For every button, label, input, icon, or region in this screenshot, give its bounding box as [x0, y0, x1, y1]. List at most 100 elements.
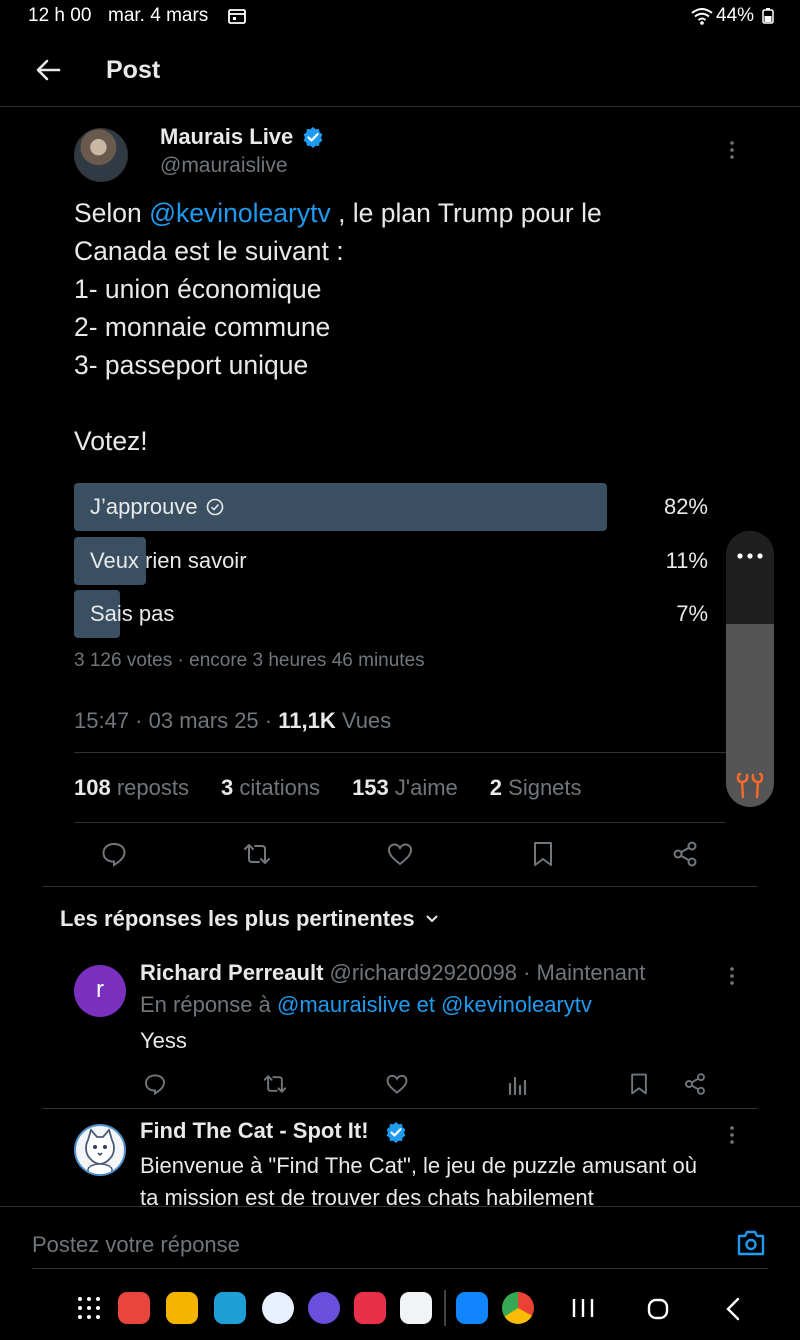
messages-app-icon[interactable] [262, 1292, 294, 1324]
page-title: Post [106, 56, 161, 84]
analytics-icon[interactable] [506, 1072, 530, 1096]
notes-app-icon[interactable] [118, 1292, 150, 1324]
play-store-icon[interactable] [400, 1292, 432, 1324]
reply-text: Yess [140, 1028, 187, 1053]
stat-label: Signets [502, 775, 582, 800]
poll-option-label: Sais pas [90, 601, 175, 626]
avatar[interactable] [74, 128, 128, 182]
repost-icon[interactable] [263, 1072, 287, 1096]
earbuds-icon[interactable] [736, 771, 764, 801]
battery-icon [762, 8, 774, 24]
stat-label: reposts [110, 775, 189, 800]
stat-likes[interactable]: 153 J'aime [352, 775, 458, 801]
tweet-line: 1- union économique [74, 274, 322, 304]
tweet-text: Selon @kevinolearytv , le plan Trump pou… [74, 194, 694, 460]
stat-count: 2 [489, 775, 503, 800]
like-heart-icon[interactable] [385, 1072, 409, 1096]
stat-quotes[interactable]: 3 citations [221, 775, 320, 801]
divider [74, 752, 726, 753]
tweet-line-1: Selon @kevinolearytv , le plan Trump pou… [74, 194, 694, 232]
mention-link[interactable]: @kevinolearytv [149, 198, 331, 228]
stat-reposts[interactable]: 108 reposts [74, 775, 189, 801]
poll-option[interactable]: Veux rien savoir 11% [74, 537, 710, 585]
reply-author-name[interactable]: Find The Cat - Spot It! [140, 1118, 369, 1144]
tweet-line: 2- monnaie commune [74, 312, 331, 342]
poll-meta: 3 126 votes · encore 3 heures 46 minutes [74, 650, 425, 671]
tweet-line: 3- passeport unique [74, 350, 309, 380]
tweet-timestamp: 15:47 · 03 mars 25 · 11,1K Vues [74, 708, 391, 734]
more-options-icon[interactable] [722, 1125, 742, 1145]
screen-recorder-icon[interactable] [354, 1292, 386, 1324]
reply-author-name[interactable]: Richard Perreault [140, 960, 323, 985]
check-circle-icon [206, 498, 224, 516]
share-icon[interactable] [683, 1072, 707, 1096]
timestamp-text: 15:47 · 03 mars 25 · [74, 708, 279, 733]
reply-icon[interactable] [100, 840, 128, 868]
chrome-app-icon[interactable] [502, 1292, 534, 1324]
author-handle[interactable]: @mauraislive [160, 154, 288, 178]
status-date: mar. 4 mars [108, 5, 209, 26]
edge-panel-handle[interactable] [726, 531, 774, 807]
verified-badge-icon [302, 126, 324, 148]
poll-option-text: J’approuve [90, 494, 198, 519]
status-time: 12 h 00 [28, 5, 92, 26]
poll-option-label: Veux rien savoir [90, 548, 247, 573]
status-bar: 12 h 00 mar. 4 mars 44% [0, 0, 800, 32]
back-nav-icon[interactable] [724, 1297, 744, 1321]
share-icon[interactable] [671, 840, 699, 868]
reply-avatar[interactable]: r [74, 965, 126, 1017]
divider [74, 822, 726, 823]
poll-percent: 82% [663, 494, 708, 519]
reply-icon[interactable] [143, 1072, 167, 1096]
reply-prefix: En réponse à [140, 992, 277, 1017]
stat-count: 3 [220, 775, 234, 800]
reply-text: Bienvenue à "Find The Cat", le jeu de pu… [140, 1153, 698, 1210]
reply-handle-time: @richard92920098 · Maintenant [323, 960, 646, 985]
camera-icon[interactable] [736, 1229, 766, 1257]
stat-label: citations [233, 775, 321, 800]
verified-badge-icon [385, 1121, 407, 1143]
tweet-line: Canada est le suivant : [74, 236, 344, 266]
reply-input[interactable]: Postez votre réponse [32, 1232, 240, 1258]
author-name[interactable]: Maurais Live [160, 124, 293, 150]
files-app-icon[interactable] [166, 1292, 198, 1324]
home-button-icon[interactable] [646, 1297, 670, 1321]
poll-option[interactable]: Sais pas 7% [74, 590, 710, 638]
bluesky-app-icon[interactable] [456, 1292, 488, 1324]
calendar-icon [228, 8, 246, 24]
views-label: Vues [335, 708, 392, 733]
poll-option[interactable]: J’approuve 82% [74, 483, 710, 531]
bookmark-icon[interactable] [627, 1072, 651, 1096]
repost-icon[interactable] [243, 840, 271, 868]
recent-apps-icon[interactable] [571, 1297, 595, 1319]
tweet-line: Votez! [74, 426, 148, 456]
edge-panel-top [726, 531, 774, 624]
replies-sort-dropdown[interactable]: Les réponses les plus pertinentes [60, 906, 439, 932]
back-arrow-icon[interactable] [34, 56, 62, 84]
bookmark-icon[interactable] [529, 840, 557, 868]
views-count: 11,1K [278, 708, 336, 733]
more-horizontal-icon[interactable] [736, 551, 764, 561]
reply-author: Richard Perreault @richard92920098 · Mai… [140, 960, 645, 986]
calendar-app-icon[interactable] [214, 1292, 246, 1324]
tweet-text-pre: Selon [74, 198, 150, 228]
header-divider [0, 106, 800, 107]
chevron-down-icon [425, 914, 439, 924]
reply-avatar-cat[interactable] [74, 1124, 126, 1176]
engagement-stats: 108 reposts 3 citations 153 J'aime 2 Sig… [74, 775, 582, 801]
app-drawer-icon[interactable] [76, 1295, 102, 1321]
wifi-icon [690, 6, 714, 26]
reply-to-link[interactable]: @mauraislive et @kevinolearytv [277, 992, 592, 1017]
divider [42, 886, 758, 887]
stat-bookmarks[interactable]: 2 Signets [490, 775, 582, 801]
poll-option-label: J’approuve [90, 494, 224, 520]
like-heart-icon[interactable] [386, 840, 414, 868]
more-options-icon[interactable] [722, 140, 742, 160]
internet-app-icon[interactable] [308, 1292, 340, 1324]
dock-separator [444, 1290, 446, 1326]
poll-percent: 11% [665, 548, 708, 573]
stat-label: J'aime [388, 775, 458, 800]
stat-count: 108 [74, 775, 111, 800]
more-options-icon[interactable] [722, 966, 742, 986]
